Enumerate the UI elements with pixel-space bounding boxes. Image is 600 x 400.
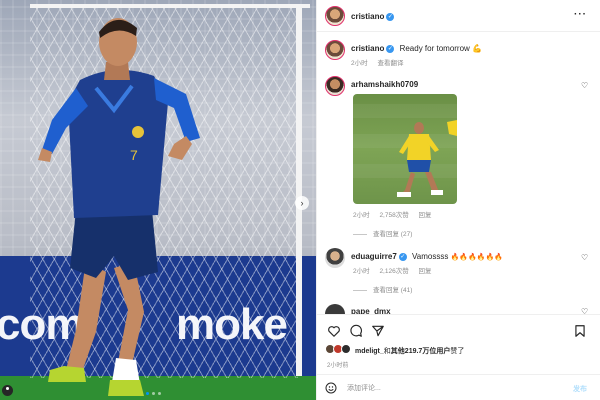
comment-icon[interactable] xyxy=(349,324,363,338)
comment-item: pape_dmx ♡ xyxy=(317,300,600,314)
author-username[interactable]: cristiano ✓ xyxy=(351,12,395,21)
caption-username[interactable]: cristiano xyxy=(351,44,384,53)
heart-icon[interactable] xyxy=(327,324,341,338)
post-photo[interactable]: com moke 7 xyxy=(0,0,316,400)
action-bar xyxy=(317,314,600,346)
author-username-text[interactable]: cristiano xyxy=(351,12,384,21)
comment-input[interactable] xyxy=(347,381,557,395)
caption-line: cristiano ✓ Ready for tomorrow 💪 xyxy=(351,44,482,53)
more-icon[interactable]: ··· xyxy=(574,9,587,20)
liker-username[interactable]: mdeligt_ xyxy=(355,348,384,355)
share-icon[interactable] xyxy=(371,324,385,338)
reply-link[interactable]: 回复 xyxy=(419,268,432,275)
heart-icon[interactable]: ♡ xyxy=(581,254,589,262)
carousel-dots xyxy=(146,392,161,395)
goal-crossbar xyxy=(30,4,310,8)
caption-meta: 2小时 查看翻译 xyxy=(351,57,403,67)
heart-icon[interactable]: ♡ xyxy=(581,82,589,90)
avatar[interactable] xyxy=(325,40,345,60)
comment-username[interactable]: pape_dmx xyxy=(351,307,391,314)
likes-connector: 和 xyxy=(383,348,391,355)
likes-suffix: 赞了 xyxy=(450,348,465,355)
comment-line: eduaguirre7 ✓ Vamossss 🔥🔥🔥🔥🔥🔥 xyxy=(351,252,503,261)
comment-username[interactable]: arhamshaikh0709 xyxy=(351,80,418,89)
avatar[interactable] xyxy=(325,248,345,268)
comment-text: Vamossss xyxy=(412,252,449,261)
reply-link[interactable]: 回复 xyxy=(419,212,432,219)
comment-likes[interactable]: 2,126次赞 xyxy=(379,268,408,275)
bookmark-icon[interactable] xyxy=(573,324,587,338)
chevron-right-icon[interactable]: › xyxy=(295,196,309,210)
comment-image[interactable] xyxy=(353,94,457,204)
comment-time: 2小时 xyxy=(353,268,370,275)
comment-username[interactable]: eduaguirre7 xyxy=(351,252,397,261)
comment-time: 2小时 xyxy=(353,212,370,219)
comment-meta: 2小时 2,126次赞 回复 xyxy=(353,265,432,275)
comment-item: eduaguirre7 ✓ Vamossss 🔥🔥🔥🔥🔥🔥 ♡ 2小时 2,126… xyxy=(317,246,600,298)
comment-likes[interactable]: 2,758次赞 xyxy=(379,212,408,219)
likes-summary: mdeligt_和其他219.7万位用户赞了 xyxy=(317,344,600,358)
avatar[interactable] xyxy=(325,304,345,314)
post-caption: cristiano ✓ Ready for tomorrow 💪 2小时 查看翻译 xyxy=(317,38,600,68)
likes-text[interactable]: mdeligt_和其他219.7万位用户赞了 xyxy=(355,346,464,356)
avatar xyxy=(341,344,351,354)
avatar[interactable] xyxy=(325,6,345,26)
verified-icon: ✓ xyxy=(386,12,395,21)
comment-meta: 2小时 2,758次赞 回复 xyxy=(353,209,432,219)
view-replies-link[interactable]: 查看回复 (41) xyxy=(353,284,412,294)
post-comment-button[interactable]: 发布 xyxy=(573,384,587,394)
player-figure: 7 xyxy=(36,10,216,400)
translate-link[interactable]: 查看翻译 xyxy=(377,60,403,67)
svg-text:7: 7 xyxy=(130,147,138,163)
post-time: 2小时前 xyxy=(327,363,349,369)
comment-item: arhamshaikh0709 ♡ 2小时 2,758次赞 回复 查看回复 (2… xyxy=(317,74,600,244)
add-comment-bar: 发布 xyxy=(317,374,600,400)
caption-text: Ready for tomorrow 💪 xyxy=(399,44,483,53)
verified-icon: ✓ xyxy=(386,44,395,53)
avatar[interactable] xyxy=(325,76,345,96)
goal-post xyxy=(296,4,302,376)
fire-emojis: 🔥🔥🔥🔥🔥🔥 xyxy=(450,254,503,261)
post-details-panel: cristiano ✓ ··· cristiano ✓ Ready for tomo… xyxy=(316,0,600,400)
tagged-user-icon[interactable] xyxy=(2,385,13,396)
post-header: cristiano ✓ ··· xyxy=(317,0,600,32)
likes-others[interactable]: 其他219.7万位用户 xyxy=(391,348,451,355)
emoji-icon[interactable] xyxy=(325,382,337,394)
verified-icon: ✓ xyxy=(398,252,407,261)
view-replies-link[interactable]: 查看回复 (27) xyxy=(353,228,412,238)
caption-time: 2小时 xyxy=(351,60,368,67)
